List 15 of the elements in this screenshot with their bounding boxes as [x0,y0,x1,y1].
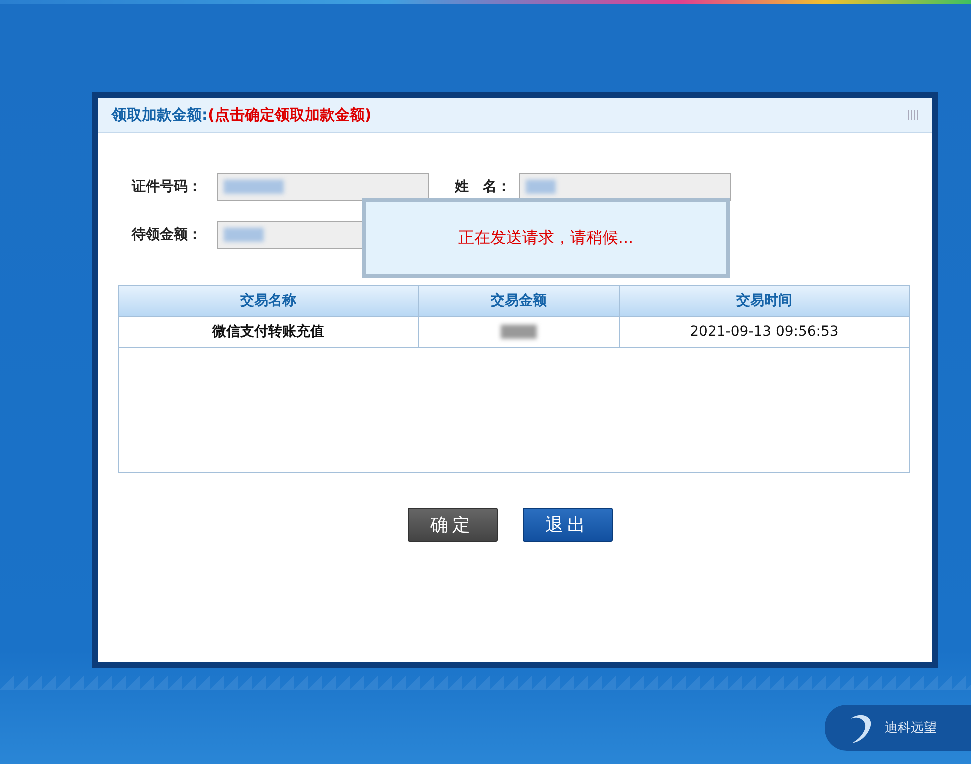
loading-message: 正在发送请求，请稍候... [362,198,730,278]
column-header: 交易名称 [119,286,419,317]
logo-text: 迪科远望 [885,720,937,737]
dialog-title: 领取加款金额: [112,106,208,124]
input-field[interactable] [217,173,429,201]
table-cell: 2021-09-13 09:56:53 [620,317,909,348]
column-header: 交易金额 [419,286,620,317]
field-label: 姓 名： [454,178,512,196]
table-cell: 微信支付转账充值 [119,317,419,348]
dialog-hint: (点击确定领取加款金额) [208,106,372,124]
column-header: 交易时间 [620,286,909,317]
dialog-button[interactable]: 退出 [522,508,612,542]
dialog-button[interactable]: 确定 [408,508,498,542]
field-label: 待领金额： [132,226,203,244]
field-label: 证件号码： [132,178,203,196]
